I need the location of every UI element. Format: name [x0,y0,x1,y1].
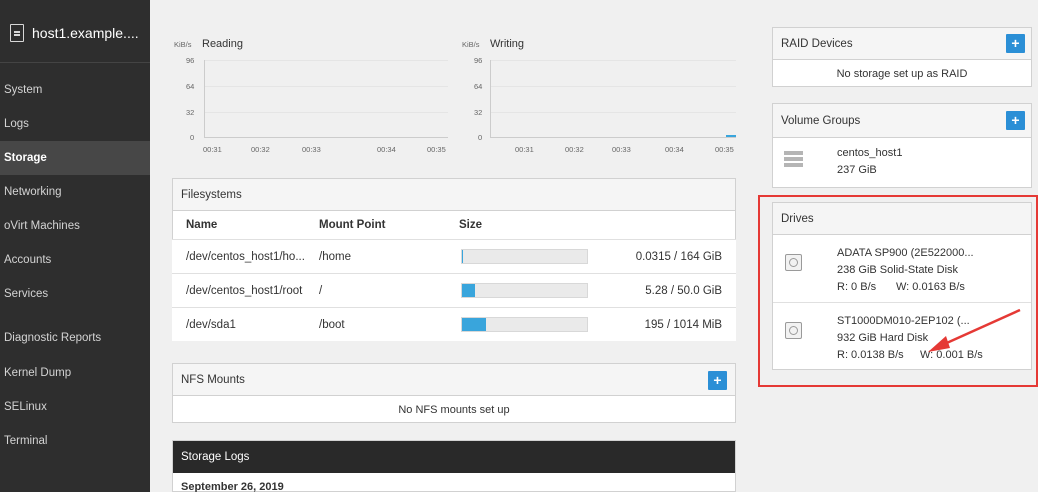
volume-group-item[interactable]: centos_host1 237 GiB [773,139,1031,188]
sidebar-item-accounts[interactable]: Accounts [0,243,150,277]
drive-read-rate: R: 0 B/s [837,281,877,293]
reading-unit: KiB/s [174,40,192,49]
sidebar-item-storage[interactable]: Storage [0,141,150,175]
sidebar-item-services[interactable]: Services [0,277,150,311]
log-date: September 26, 2019 [181,481,284,492]
x-tick: 00:31 [203,145,222,154]
sidebar-item-selinux[interactable]: SELinux [0,390,150,424]
filesystem-mount: / [319,285,323,297]
x-tick: 00:35 [427,145,446,154]
x-tick: 00:34 [665,145,684,154]
writing-unit: KiB/s [462,40,480,49]
disk-icon [785,254,802,271]
x-tick: 00:32 [251,145,270,154]
y-tick: 64 [186,82,195,91]
filesystems-header-row: Name Mount Point Size [172,211,736,239]
sidebar-item-kernel-dump[interactable]: Kernel Dump [0,356,150,390]
annotation-arrow [928,308,1021,352]
y-tick: 96 [474,56,483,65]
volume-group-name: centos_host1 [837,147,903,159]
storage-logs-panel: Storage Logs September 26, 2019 [172,440,736,492]
y-tick: 32 [474,108,483,117]
nfs-empty-message: No NFS mounts set up [398,404,510,416]
reading-chart: KiB/s Reading 96 64 32 0 00:31 00:32 00:… [172,30,457,170]
y-tick: 64 [474,82,483,91]
drives-title: Drives [773,203,1031,235]
drive-description: 238 GiB Solid-State Disk [837,264,959,276]
filesystems-title: Filesystems [173,179,735,211]
sidebar-item-diagnostic-reports[interactable]: Diagnostic Reports [0,321,150,355]
usage-bar-fill [462,318,486,331]
drive-item[interactable]: ADATA SP900 (2E522000... 238 GiB Solid-S… [773,236,1031,303]
drive-name: ADATA SP900 (2E522000... [837,247,974,259]
writing-activity-mark [726,135,736,137]
disk-icon [785,322,802,339]
sidebar-item-networking[interactable]: Networking [0,175,150,209]
volume-group-icon [784,151,803,155]
drive-read-rate: R: 0.0138 B/s [837,349,904,361]
nfs-mounts-title: NFS Mounts [173,364,735,396]
x-tick: 00:33 [302,145,321,154]
writing-chart: KiB/s Writing 96 64 32 0 00:31 00:32 00:… [460,30,745,170]
filesystem-size: 0.0315 / 164 GiB [635,251,722,263]
x-tick: 00:31 [515,145,534,154]
raid-empty-message: No storage set up as RAID [836,68,968,80]
usage-bar [461,249,588,264]
raid-devices-title: RAID Devices [773,28,1031,60]
y-tick: 96 [186,56,195,65]
raid-devices-panel: RAID Devices + No storage set up as RAID [772,27,1032,87]
filesystem-row[interactable]: /dev/centos_host1/ho... /home 0.0315 / 1… [172,239,736,273]
add-raid-button[interactable]: + [1006,34,1025,53]
filesystem-name: /dev/centos_host1/root [186,285,303,297]
server-icon [10,24,24,42]
filesystem-mount: /home [319,251,351,263]
filesystem-row[interactable]: /dev/sda1 /boot 195 / 1014 MiB [172,307,736,341]
writing-plot-area [490,60,736,138]
sidebar-item-terminal[interactable]: Terminal [0,424,150,458]
host-name[interactable]: host1.example.... [32,25,139,41]
y-tick: 32 [186,108,195,117]
storage-logs-title: Storage Logs [173,441,735,473]
y-tick: 0 [190,133,195,142]
filesystem-row[interactable]: /dev/centos_host1/root / 5.28 / 50.0 GiB [172,273,736,307]
usage-bar-fill [462,284,476,297]
column-header-mount[interactable]: Mount Point [319,211,385,239]
x-tick: 00:35 [715,145,734,154]
drive-description: 932 GiB Hard Disk [837,332,929,344]
filesystem-mount: /boot [319,319,345,331]
volume-group-size: 237 GiB [837,164,877,176]
column-header-name[interactable]: Name [186,211,217,239]
sidebar-item-ovirt-machines[interactable]: oVirt Machines [0,209,150,243]
sidebar: host1.example.... System Logs Storage Ne… [0,0,150,492]
x-tick: 00:34 [377,145,396,154]
drive-write-rate: W: 0.0163 B/s [896,281,965,293]
add-nfs-mount-button[interactable]: + [708,371,727,390]
volume-groups-title: Volume Groups [773,104,1031,138]
x-tick: 00:33 [612,145,631,154]
filesystem-size: 195 / 1014 MiB [644,319,722,331]
sidebar-divider [0,62,150,63]
writing-title: Writing [490,38,525,50]
add-volume-group-button[interactable]: + [1006,111,1025,130]
x-tick: 00:32 [565,145,584,154]
filesystem-name: /dev/centos_host1/ho... [186,251,305,263]
sidebar-item-logs[interactable]: Logs [0,107,150,141]
usage-bar [461,317,588,332]
filesystem-size: 5.28 / 50.0 GiB [645,285,722,297]
reading-plot-area [204,60,448,138]
y-tick: 0 [478,133,483,142]
sidebar-item-system[interactable]: System [0,73,150,107]
volume-groups-panel: Volume Groups + centos_host1 237 GiB [772,103,1032,188]
usage-bar [461,283,588,298]
nfs-mounts-panel: NFS Mounts + No NFS mounts set up [172,363,736,423]
column-header-size[interactable]: Size [459,211,482,239]
filesystem-name: /dev/sda1 [186,319,236,331]
reading-title: Reading [202,38,243,50]
